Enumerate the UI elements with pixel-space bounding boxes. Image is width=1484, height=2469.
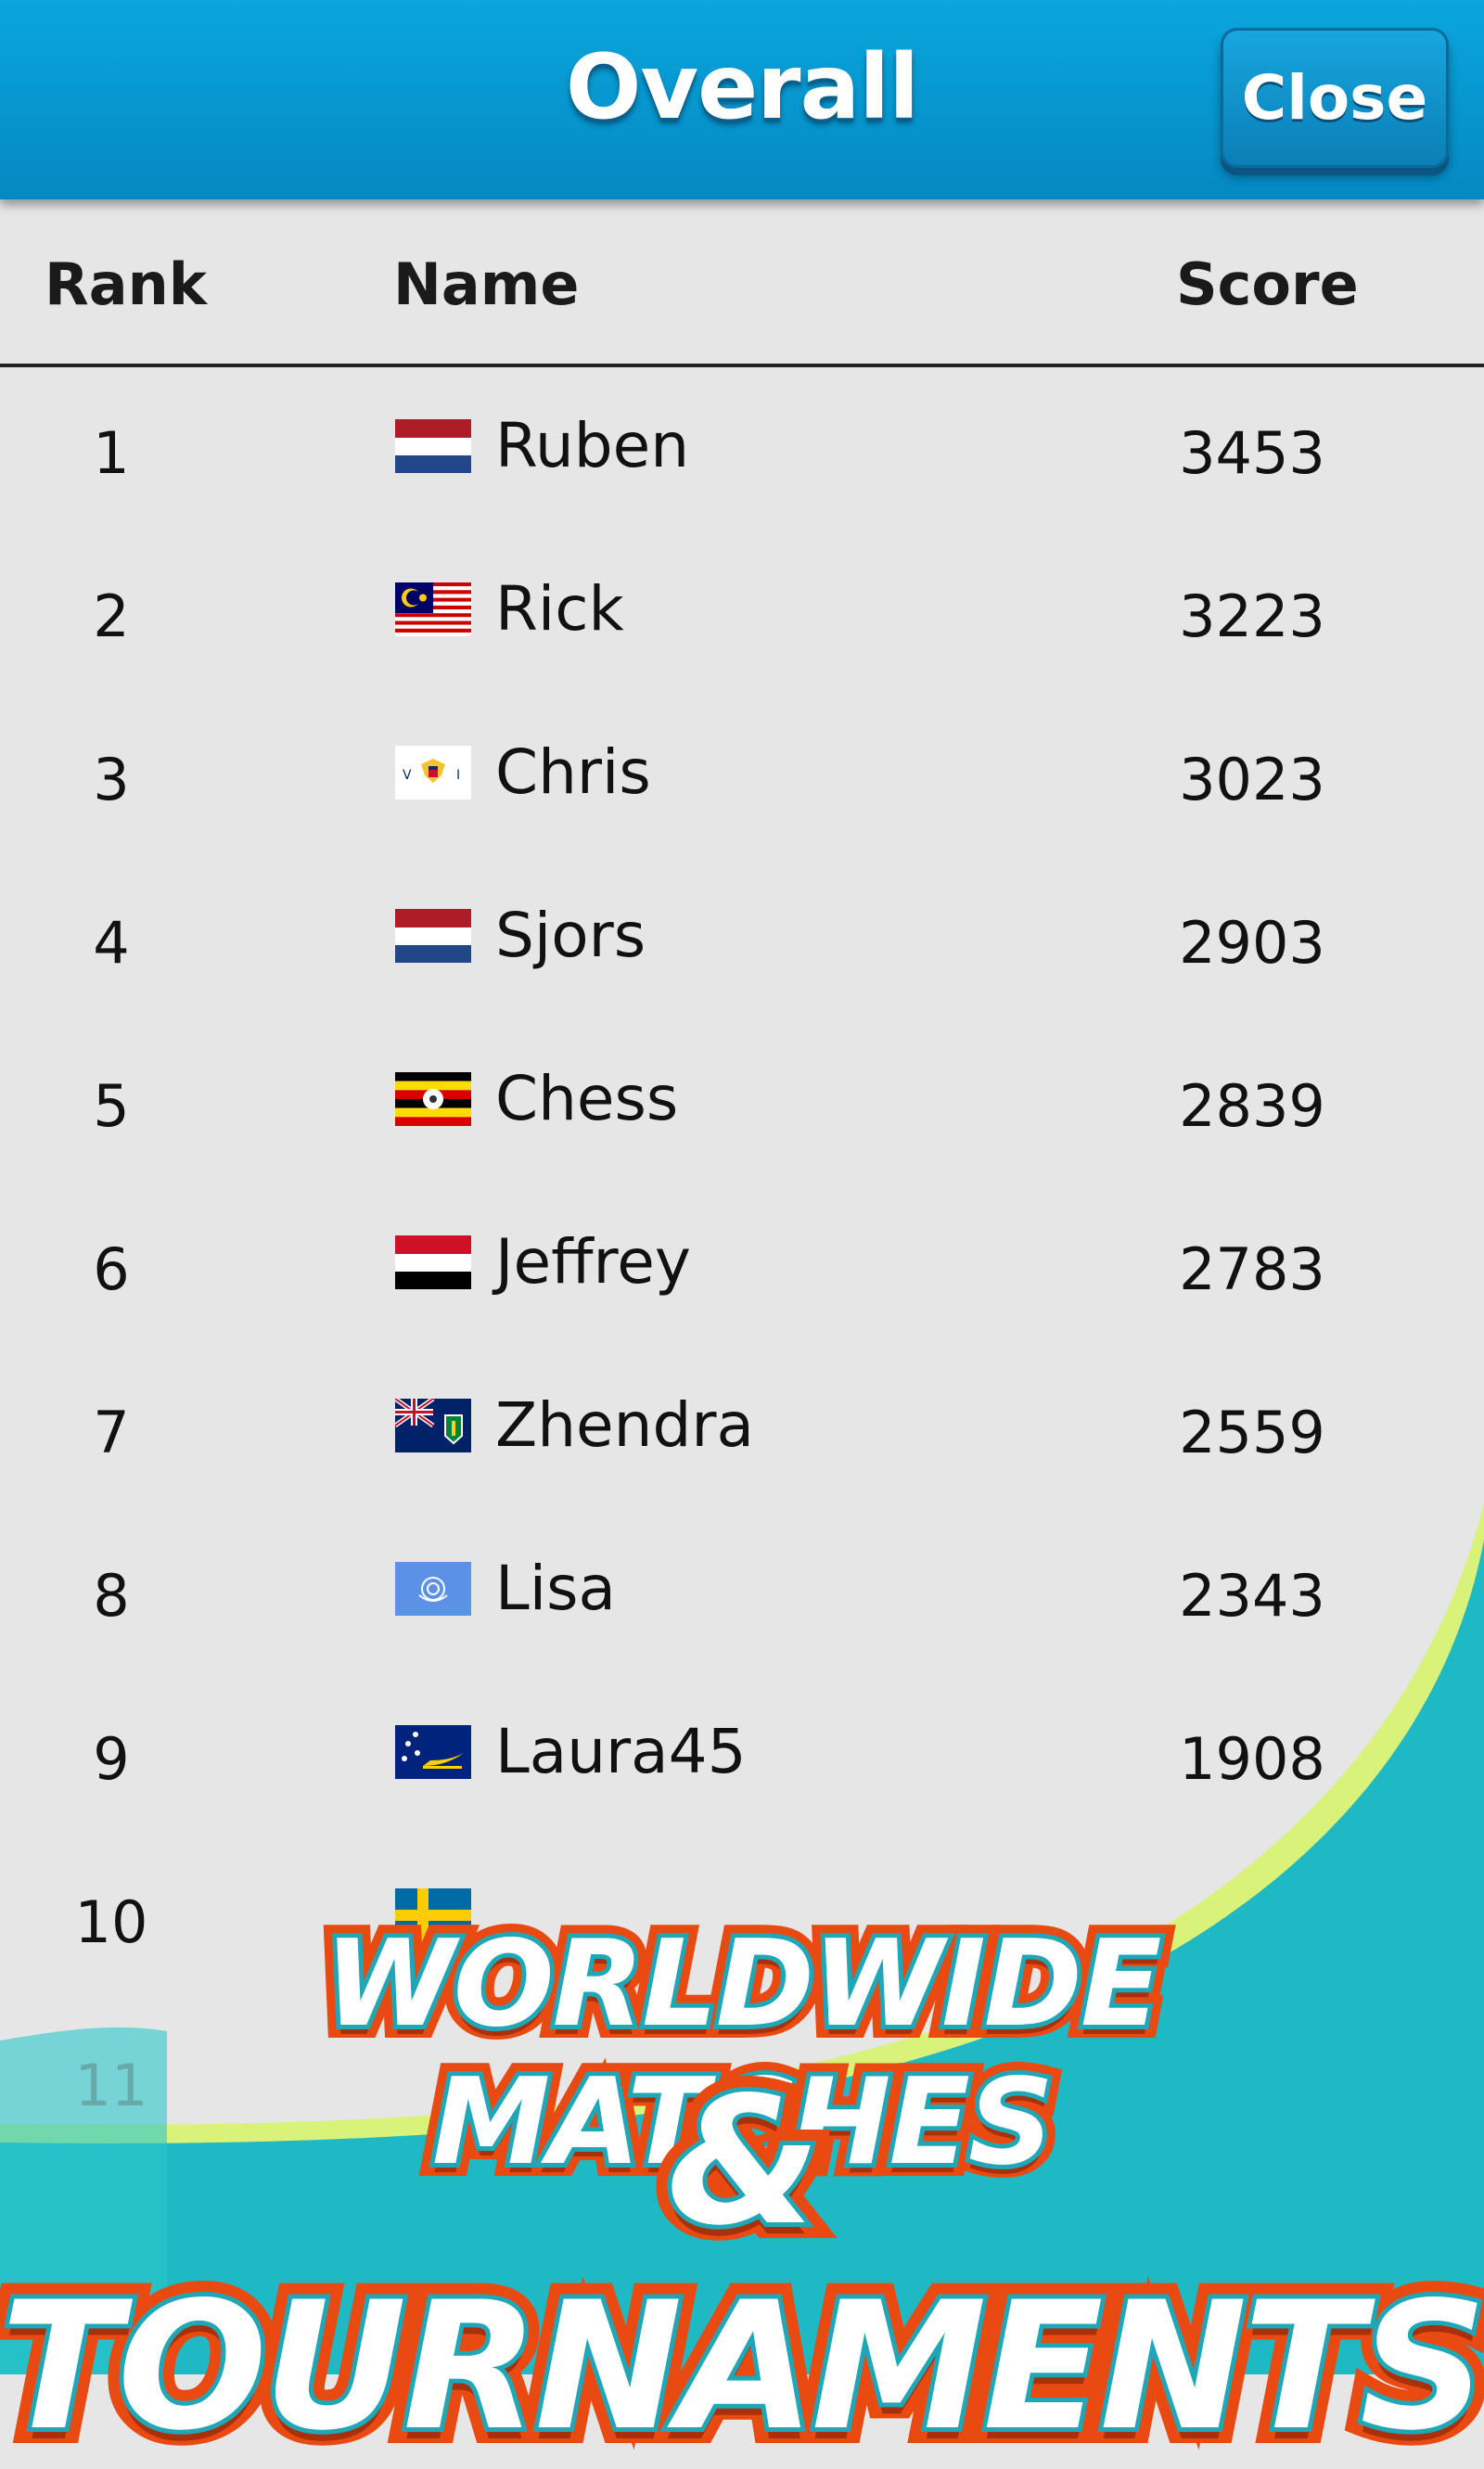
rank-cell: 1	[93, 419, 130, 487]
table-row[interactable]: 5 Chess 2839	[0, 1022, 1484, 1185]
table-row[interactable]: 1 Ruben 3453	[0, 369, 1484, 532]
yemen-flag-icon	[395, 1235, 471, 1289]
score-cell: 3223	[1179, 582, 1325, 650]
score-cell: 3453	[1179, 419, 1325, 487]
table-row[interactable]: 4 Sjors 2903	[0, 859, 1484, 1022]
score-cell: 2783	[1179, 1235, 1325, 1303]
header-bar: Overall Close	[0, 0, 1484, 199]
player-name: Ruben	[495, 410, 690, 481]
rank-cell: 2	[93, 582, 130, 650]
table-row[interactable]: 6 Jeffrey 2783	[0, 1185, 1484, 1349]
tokelau-flag-icon	[395, 1725, 471, 1779]
banner-line2: & TOURNAMENTS	[0, 2054, 1484, 2469]
united-nations-flag-icon	[395, 1562, 471, 1616]
svg-text:V: V	[403, 768, 412, 783]
rank-cell: 6	[93, 1235, 130, 1303]
table-row[interactable]: 3 V I Chris 3023	[0, 696, 1484, 859]
table-row[interactable]: 9 Laura45 1908	[0, 1675, 1484, 1838]
rank-cell: 8	[93, 1562, 130, 1630]
score-cell: 2559	[1179, 1399, 1325, 1466]
player-name: Lisa	[495, 1553, 616, 1624]
player-name: Zhendra	[495, 1389, 754, 1461]
netherlands-flag-icon	[395, 909, 471, 963]
score-cell: 3023	[1179, 746, 1325, 813]
malaysia-flag-icon	[395, 582, 471, 637]
column-header-name: Name	[393, 250, 580, 318]
header-divider	[0, 364, 1484, 367]
score-cell: 2839	[1179, 1072, 1325, 1140]
player-name: Chris	[495, 736, 651, 808]
rank-cell: 7	[93, 1399, 130, 1466]
rank-cell: 5	[93, 1072, 130, 1140]
player-name: Jeffrey	[495, 1226, 691, 1298]
svg-text:I: I	[456, 768, 460, 783]
player-name: Laura45	[495, 1716, 747, 1787]
player-name: Chess	[495, 1063, 679, 1134]
score-cell: 2343	[1179, 1562, 1325, 1630]
netherlands-flag-icon	[395, 419, 471, 473]
column-header-score: Score	[1176, 250, 1359, 318]
column-header-rank: Rank	[45, 250, 207, 318]
rank-cell: 9	[93, 1725, 130, 1793]
british-virgin-islands-flag-icon	[393, 1396, 471, 1452]
rank-cell: 3	[93, 746, 130, 813]
player-name: Rick	[495, 573, 624, 645]
score-cell: 2903	[1179, 909, 1325, 977]
uganda-flag-icon	[395, 1072, 471, 1127]
score-cell: 1908	[1179, 1725, 1325, 1793]
table-row[interactable]: 8 Lisa 2343	[0, 1512, 1484, 1675]
us-virgin-islands-flag-icon: VI	[395, 746, 471, 800]
player-name: Sjors	[495, 900, 646, 971]
rank-cell: 4	[93, 909, 130, 977]
table-row[interactable]: 7 Zhendra 2559	[0, 1349, 1484, 1512]
promo-banner: WORLDWIDE MATCHES WORLDWIDE MATCHES & TO…	[0, 1864, 1484, 2469]
table-row[interactable]: 2 Rick 3223	[0, 532, 1484, 696]
close-button[interactable]: Close	[1221, 28, 1449, 168]
